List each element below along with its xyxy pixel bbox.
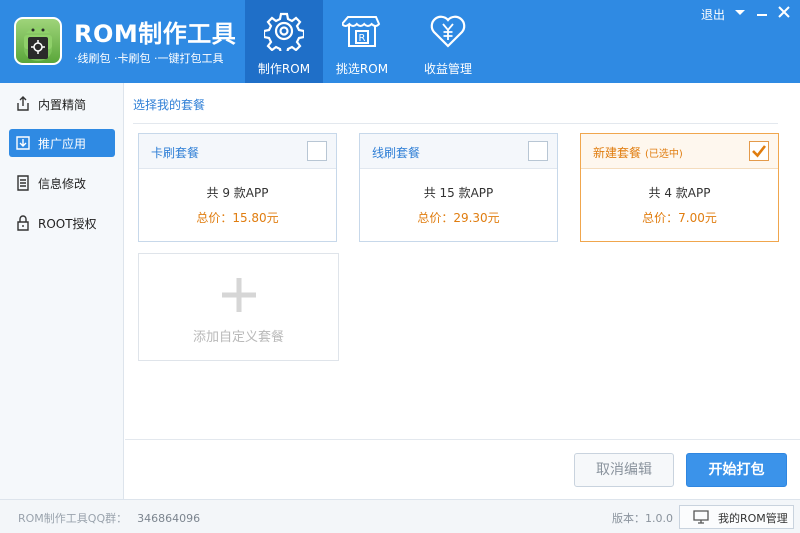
section-title: 选择我的套餐	[133, 98, 206, 112]
monitor-icon	[693, 510, 709, 524]
action-divider	[125, 439, 800, 440]
package-app-count: 共 4 款APP	[648, 186, 711, 200]
logout-link[interactable]: 退出	[701, 6, 725, 23]
package-name: 卡刷套餐	[151, 146, 200, 160]
sidebar-item-label: 信息修改	[38, 177, 87, 191]
tab-make-rom-label: 制作ROM	[257, 62, 311, 76]
plus-icon	[222, 278, 256, 312]
status-bar: ROM制作工具QQ群： 346864096 版本：1.0.0 我的ROM管理	[0, 499, 800, 533]
app-logo	[14, 17, 62, 65]
export-icon	[17, 96, 29, 111]
qq-group-number: 346864096	[137, 512, 201, 525]
app-header: ROM制作工具 ·线刷包 ·卡刷包 ·一键打包工具 制作ROM R 挑选ROM	[0, 0, 800, 83]
add-custom-package-button[interactable]: 添加自定义套餐	[138, 253, 339, 361]
sidebar-item-label: ROOT授权	[38, 217, 97, 231]
checkmark-icon	[752, 145, 767, 158]
selected-tag: (已选中)	[645, 149, 683, 160]
shop-icon: R	[342, 16, 381, 47]
package-app-count: 共 15 款APP	[423, 186, 494, 200]
card-header: 新建套餐 (已选中)	[581, 134, 778, 169]
package-checkbox[interactable]	[528, 141, 548, 161]
package-checkbox[interactable]	[307, 141, 327, 161]
app-title: ROM制作工具	[74, 20, 237, 48]
document-icon	[17, 175, 29, 191]
minimize-icon[interactable]	[753, 4, 771, 20]
tab-pick-rom-label: 挑选ROM	[335, 62, 389, 76]
app-subtitle: ·线刷包 ·卡刷包 ·一键打包工具	[74, 52, 224, 65]
version-label: 版本：1.0.0	[612, 512, 673, 525]
package-app-count: 共 9 款APP	[206, 186, 269, 200]
sidebar-item-label: 推广应用	[38, 137, 87, 151]
card-header: 线刷套餐	[360, 134, 557, 169]
sidebar-item-builtin-slim[interactable]: 内置精简	[9, 90, 115, 118]
svg-text:R: R	[359, 33, 366, 44]
sidebar: 内置精简 推广应用 信息修改 ROOT授权	[0, 83, 124, 499]
start-pack-button[interactable]: 开始打包	[686, 453, 787, 487]
close-icon[interactable]	[775, 4, 793, 20]
package-checkbox[interactable]	[749, 141, 769, 161]
card-header: 卡刷套餐	[139, 134, 336, 169]
lock-icon	[17, 215, 29, 231]
heart-yen-icon	[430, 15, 466, 48]
tab-revenue[interactable]: 收益管理	[409, 0, 487, 83]
package-card-line-flash[interactable]: 线刷套餐 共 15 款APP 总价：29.30元	[359, 133, 558, 242]
sidebar-item-label: 内置精简	[38, 98, 87, 112]
package-total-price: 总价：7.00元	[642, 211, 717, 225]
tab-pick-rom[interactable]: R 挑选ROM	[323, 0, 401, 83]
package-card-card-flash[interactable]: 卡刷套餐 共 9 款APP 总价：15.80元	[138, 133, 337, 242]
tab-revenue-label: 收益管理	[423, 62, 472, 76]
package-name: 线刷套餐	[372, 146, 421, 160]
package-total-price: 总价：15.80元	[196, 211, 279, 225]
package-name: 新建套餐 (已选中)	[593, 146, 683, 160]
qq-group-info: ROM制作工具QQ群： 346864096	[18, 512, 201, 525]
gear-icon	[264, 12, 304, 51]
package-total-price: 总价：29.30元	[417, 211, 500, 225]
menu-dropdown-icon[interactable]	[731, 4, 749, 20]
sidebar-item-root-auth[interactable]: ROOT授权	[9, 209, 115, 237]
my-rom-manage-label: 我的ROM管理	[718, 512, 788, 525]
sidebar-item-info-edit[interactable]: 信息修改	[9, 169, 115, 197]
sidebar-item-promote-apps[interactable]: 推广应用	[9, 129, 115, 157]
package-card-new[interactable]: 新建套餐 (已选中) 共 4 款APP 总价：7.00元	[580, 133, 779, 242]
add-custom-package-label: 添加自定义套餐	[192, 330, 284, 345]
import-icon	[16, 136, 30, 150]
cancel-edit-button[interactable]: 取消编辑	[574, 453, 674, 487]
section-divider	[133, 123, 778, 124]
tab-make-rom[interactable]: 制作ROM	[245, 0, 323, 83]
my-rom-manage-button[interactable]: 我的ROM管理	[679, 505, 794, 529]
